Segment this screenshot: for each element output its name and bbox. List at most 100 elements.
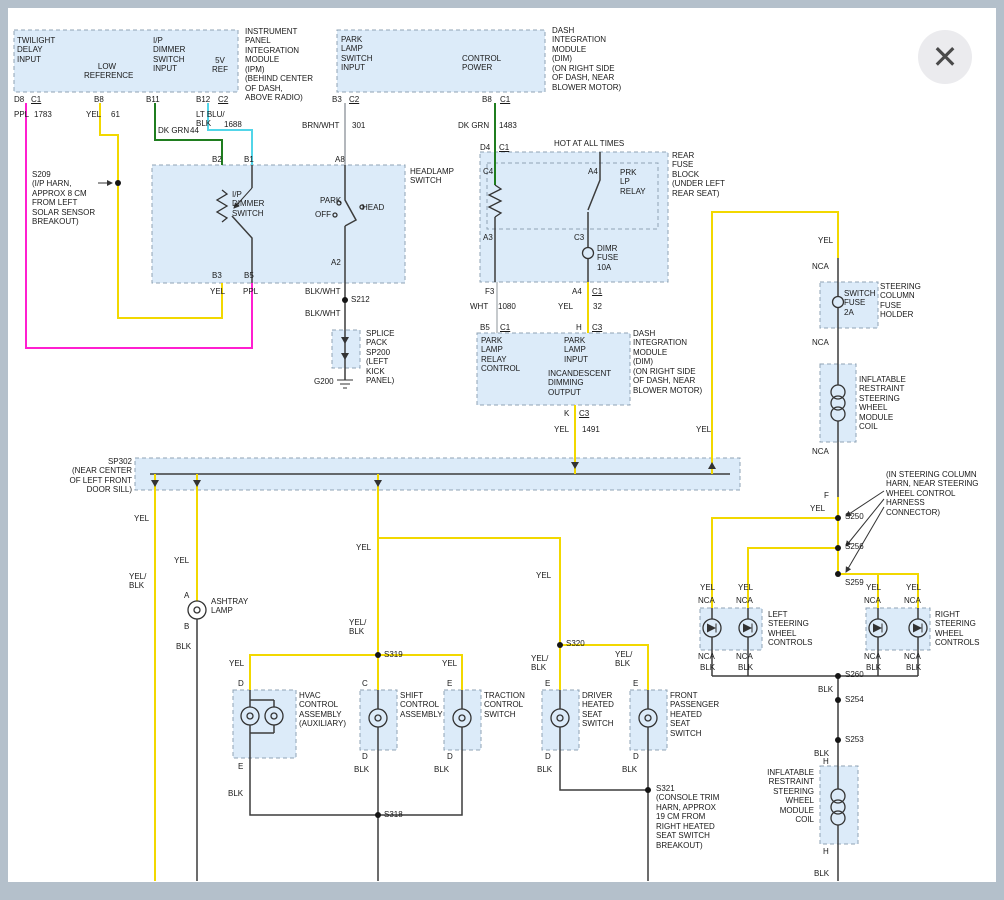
lbl-pin-b: B — [184, 622, 189, 631]
lbl-blk-b4: BLK — [906, 663, 921, 672]
lbl-1080: 1080 — [498, 302, 516, 311]
g200-ground-symbol — [337, 380, 353, 388]
dot-s321 — [645, 787, 651, 793]
lbl-hvac: HVAC CONTROL ASSEMBLY (AUXILIARY) — [299, 691, 346, 729]
lbl-ip-dimmer-switch: I/P DIMMER SWITCH — [232, 190, 264, 218]
lbl-dim2-title: DASH INTEGRATION MODULE (DIM) (ON RIGHT … — [633, 329, 702, 395]
lbl-ppl: PPL — [14, 110, 29, 119]
dot-s250 — [835, 515, 841, 521]
lbl-traction: TRACTION CONTROL SWITCH — [484, 691, 525, 719]
lbl-column-note: (IN STEERING COLUMN HARN, NEAR STEERING … — [886, 470, 978, 517]
lbl-blk-shift: BLK — [354, 765, 369, 774]
lbl-rear-fuse-block: REAR FUSE BLOCK (UNDER LEFT REAR SEAT) — [672, 151, 725, 198]
lbl-pin-b1: B1 — [244, 155, 254, 164]
lbl-nca-b3: NCA — [864, 652, 881, 661]
lbl-pin-e-drv: E — [545, 679, 550, 688]
lbl-off: OFF — [315, 210, 331, 219]
dot-s253 — [835, 737, 841, 743]
lbl-yel-d: YEL — [554, 425, 569, 434]
lbl-yel-ash: YEL — [174, 556, 189, 565]
lbl-ltblu: LT BLU/ BLK — [196, 110, 225, 129]
lbl-1491: 1491 — [582, 425, 600, 434]
dot-s212 — [342, 297, 348, 303]
lbl-s250: S250 — [845, 512, 864, 521]
lbl-1688: 1688 — [224, 120, 242, 129]
lbl-pin-d8: D8 — [14, 95, 24, 104]
lbl-conn-c2a: C2 — [218, 95, 228, 104]
lbl-dkgrn-a: DK GRN — [158, 126, 189, 135]
dot-s319 — [375, 652, 381, 658]
lbl-blkwht2: BLK/WHT — [305, 309, 341, 318]
lbl-nca-b4: NCA — [904, 652, 921, 661]
lbl-ppl-b: PPL — [243, 287, 258, 296]
lbl-sp302-note: SP302 (NEAR CENTER OF LEFT FRONT DOOR SI… — [58, 457, 132, 495]
close-button[interactable]: ✕ — [918, 30, 972, 84]
lbl-pin-c4: C4 — [483, 167, 493, 176]
lbl-nca-b2: NCA — [736, 652, 753, 661]
lbl-headlamp-switch: HEADLAMP SWITCH — [410, 167, 454, 186]
lbl-s256: S256 — [845, 542, 864, 551]
lbl-yelblk-m1: YEL/ BLK — [349, 618, 366, 637]
lbl-prk-lp-relay: PRK LP RELAY — [620, 168, 646, 196]
lbl-blk-b1: BLK — [700, 663, 715, 672]
lbl-dim2-relay-control: PARK LAMP RELAY CONTROL — [481, 336, 520, 374]
lbl-dim2-dimming-output: INCANDESCENT DIMMING OUTPUT — [548, 369, 611, 397]
lbl-yel-hvac: YEL — [229, 659, 244, 668]
module-boxes — [14, 30, 930, 844]
lbl-ipm-lowref: LOW REFERENCE — [84, 62, 130, 81]
lbl-301: 301 — [352, 121, 365, 130]
lbl-pin-b8b: B8 — [482, 95, 492, 104]
lbl-blk-ash: BLK — [176, 642, 191, 651]
box-splice-pack-sp200 — [332, 330, 360, 368]
lbl-head: HEAD — [362, 203, 384, 212]
dot-s260 — [835, 673, 841, 679]
lbl-hot-at-all-times: HOT AT ALL TIMES — [554, 139, 624, 148]
lbl-ipm-twilight: TWILIGHT DELAY INPUT — [17, 36, 55, 64]
lbl-pin-b2: B2 — [212, 155, 222, 164]
dot-s256 — [835, 545, 841, 551]
lbl-1483: 1483 — [499, 121, 517, 130]
lbl-pin-b11: B11 — [146, 95, 160, 104]
lbl-yel-sp: YEL — [696, 425, 711, 434]
lbl-passenger-seat: FRONT PASSENGER HEATED SEAT SWITCH — [670, 691, 719, 738]
lbl-s318: S318 — [384, 810, 403, 819]
lbl-blk-trac: BLK — [434, 765, 449, 774]
lbl-pin-d-drv: D — [545, 752, 551, 761]
lbl-nca-p1: NCA — [698, 596, 715, 605]
lbl-yelblk-m3: YEL/ BLK — [615, 650, 632, 669]
lbl-dimr-fuse: DIMR FUSE 10A — [597, 244, 618, 272]
lbl-pin-h: H — [576, 323, 582, 332]
lbl-s319: S319 — [384, 650, 403, 659]
lbl-yel-rc2: YEL — [810, 504, 825, 513]
lbl-nca1: NCA — [812, 262, 829, 271]
lbl-nca-b1: NCA — [698, 652, 715, 661]
lbl-right-swc: RIGHT STEERING WHEEL CONTROLS — [935, 610, 979, 648]
lbl-pin-k: K — [564, 409, 569, 418]
lbl-1783: 1783 — [34, 110, 52, 119]
lbl-pin-h1: H — [823, 757, 829, 766]
lbl-yel-p1: YEL — [700, 583, 715, 592]
lbl-pin-a2: A2 — [331, 258, 341, 267]
lbl-pin-e-hvac: E — [238, 762, 243, 771]
lbl-yelblk-m2: YEL/ BLK — [531, 654, 548, 673]
lbl-ashtray-lamp: ASHTRAY LAMP — [211, 597, 248, 616]
lbl-pin-b12: B12 — [196, 95, 210, 104]
lbl-yel-a: YEL — [86, 110, 101, 119]
lbl-conn-c1d: C1 — [592, 287, 602, 296]
lbl-pin-b8: B8 — [94, 95, 104, 104]
ashtray-lamp-symbol — [188, 601, 206, 619]
lbl-pin-e-pas: E — [633, 679, 638, 688]
lbl-yel-m1: YEL — [356, 543, 371, 552]
lbl-61: 61 — [111, 110, 120, 119]
lbl-blk-rc3: BLK — [814, 869, 829, 878]
page-background: TWILIGHT DELAY INPUT LOW REFERENCE I/P D… — [0, 0, 1004, 900]
lbl-conn-c1e: C1 — [500, 323, 510, 332]
lbl-nca2: NCA — [812, 338, 829, 347]
lbl-blkwht1: BLK/WHT — [305, 287, 341, 296]
lbl-pin-b3: B3 — [212, 271, 222, 280]
lbl-park: PARK — [320, 196, 341, 205]
lbl-blk-drv: BLK — [537, 765, 552, 774]
close-icon: ✕ — [932, 41, 959, 73]
lbl-conn-c3a: C3 — [592, 323, 602, 332]
lbl-pin-d-hvac: D — [238, 679, 244, 688]
